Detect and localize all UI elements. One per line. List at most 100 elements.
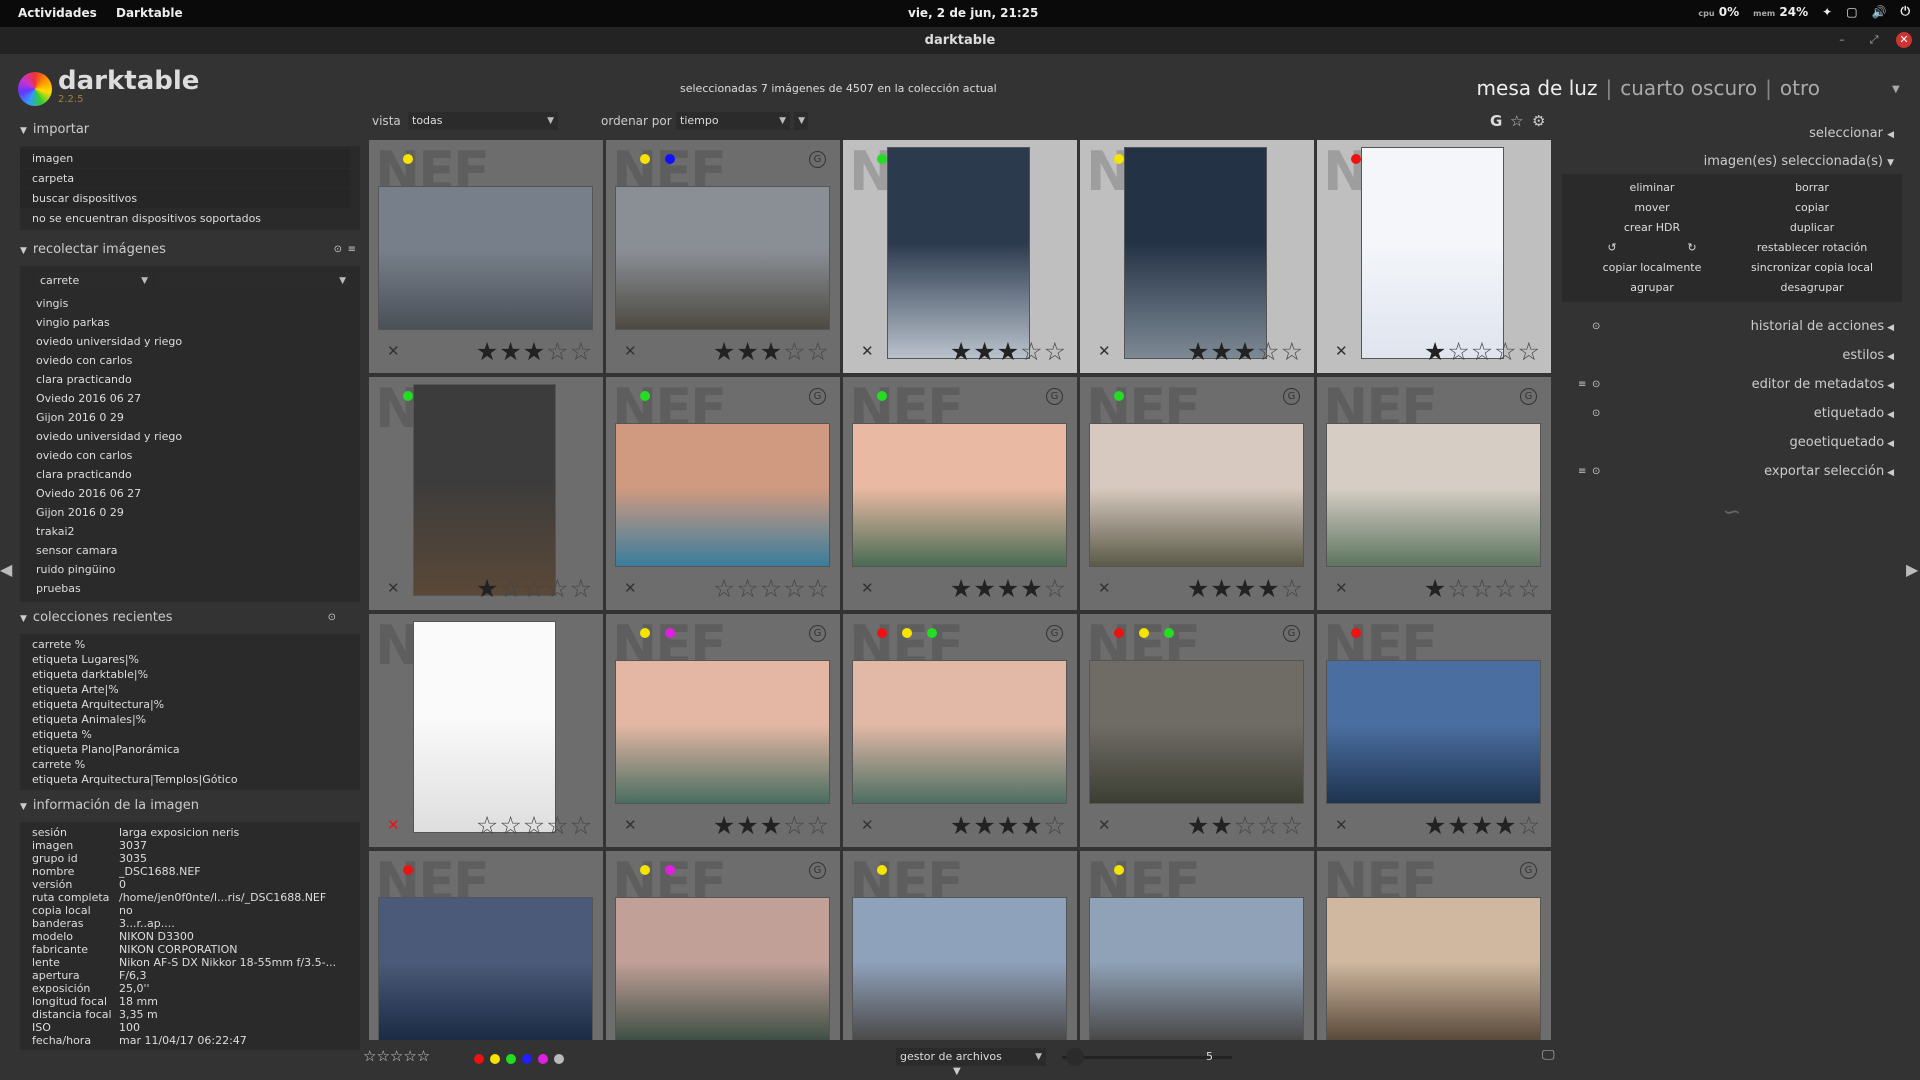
star-empty-icon[interactable]: ☆ <box>499 574 522 603</box>
info-header[interactable]: ▼ información de la imagen <box>20 798 360 818</box>
rotate-cw-button[interactable]: ↻ <box>1654 240 1730 256</box>
import-item[interactable]: carpeta <box>20 169 350 188</box>
recent-header[interactable]: ▼ colecciones recientes ⊙ <box>20 610 360 630</box>
star-empty-icon[interactable]: ☆ <box>713 574 736 603</box>
thumbnail-cell[interactable]: NEFG✕☆☆☆☆☆ <box>1317 851 1551 1040</box>
star-rating[interactable]: ★★★☆☆ <box>950 337 1067 366</box>
star-filled-icon[interactable]: ★ <box>1187 811 1210 840</box>
star-empty-icon[interactable]: ☆ <box>783 337 806 366</box>
thumbnail-image[interactable] <box>379 187 592 329</box>
module-header[interactable]: ⊙ ≡ exportar selección ◀ <box>1562 457 1902 486</box>
thumbnail-cell[interactable]: NEF G ✕ ★★★★☆ <box>843 614 1077 847</box>
import-item[interactable]: buscar dispositivos <box>20 189 350 208</box>
star-filled-icon[interactable]: ★ <box>1187 574 1210 603</box>
collection-item[interactable]: oviedo universidad y riego <box>24 427 344 446</box>
thumbnail-image[interactable] <box>616 424 829 566</box>
recent-collection-item[interactable]: etiqueta % <box>20 727 360 742</box>
star-empty-icon[interactable]: ☆ <box>1518 574 1541 603</box>
reject-icon[interactable]: ✕ <box>861 816 874 834</box>
module-reset-icon[interactable]: ⊙ <box>1592 370 1600 399</box>
view-lighttable[interactable]: mesa de luz <box>1477 76 1598 100</box>
group-icon[interactable]: G <box>809 625 826 642</box>
thumbnail-image[interactable] <box>616 898 829 1040</box>
star-empty-icon[interactable]: ☆ <box>1234 811 1257 840</box>
star-rating[interactable]: ★☆☆☆☆ <box>476 574 593 603</box>
action-button[interactable]: agrupar <box>1574 280 1730 296</box>
module-header[interactable]: ⊙ historial de acciones ◀ <box>1562 312 1902 341</box>
star-filled-icon[interactable]: ★ <box>476 337 499 366</box>
collection-item[interactable]: ruido pingüino <box>24 560 344 579</box>
view-darkroom[interactable]: cuarto oscuro <box>1620 76 1757 100</box>
module-presets-icon[interactable]: ≡ <box>1578 457 1586 486</box>
thumbnail-cell[interactable]: NEF✕☆☆☆☆☆ <box>369 614 603 847</box>
thumbnail-cell[interactable]: NEF G ✕ ★★★☆☆ <box>606 140 840 373</box>
view-filter-combo[interactable]: todas ▼ <box>408 112 558 130</box>
volume-icon[interactable]: 🔊 <box>1872 5 1887 19</box>
star-rating[interactable]: ★★★★☆ <box>950 574 1067 603</box>
view-other[interactable]: otro <box>1780 76 1820 100</box>
recent-collection-item[interactable]: etiqueta Lugares|% <box>20 652 360 667</box>
star-filled-icon[interactable]: ★ <box>1210 337 1233 366</box>
zoom-value[interactable]: 5 <box>1206 1050 1213 1063</box>
star-empty-icon[interactable]: ☆ <box>1020 337 1043 366</box>
collection-item[interactable]: vingis <box>24 294 344 313</box>
clock[interactable]: vie, 2 de jun, 21:25 <box>908 6 1038 20</box>
star-empty-icon[interactable]: ☆ <box>570 337 593 366</box>
star-rating[interactable]: ☆☆☆☆☆ <box>476 811 593 840</box>
star-rating[interactable]: ★★★★☆ <box>1187 574 1304 603</box>
action-button[interactable]: copiar <box>1734 200 1890 216</box>
collect-property-combo[interactable]: carrete ▼ <box>36 272 152 290</box>
star-rating[interactable]: ★☆☆☆☆ <box>1424 574 1541 603</box>
star-empty-icon[interactable]: ☆ <box>1044 811 1067 840</box>
star-filled-icon[interactable]: ★ <box>713 337 736 366</box>
star-empty-icon[interactable]: ☆ <box>1257 337 1280 366</box>
right-panel-toggle-icon[interactable]: ▶ <box>1906 560 1918 579</box>
thumbnail-image[interactable] <box>888 148 1029 358</box>
group-icon[interactable]: G <box>1046 388 1063 405</box>
rating-filter-stars[interactable]: ☆☆☆☆☆ <box>363 1047 430 1065</box>
star-empty-icon[interactable]: ☆ <box>760 574 783 603</box>
star-filled-icon[interactable]: ★ <box>1187 337 1210 366</box>
recent-collection-item[interactable]: etiqueta Plano|Panorámica <box>20 742 360 757</box>
reject-icon[interactable]: ✕ <box>1335 816 1348 834</box>
star-filled-icon[interactable]: ★ <box>760 337 783 366</box>
thumbnail-cell[interactable]: NEFG✕☆☆☆☆☆ <box>606 851 840 1040</box>
thumbnail-image[interactable] <box>853 898 1066 1040</box>
color-filter-dot[interactable] <box>522 1054 532 1064</box>
group-icon[interactable]: G <box>809 151 826 168</box>
star-empty-icon[interactable]: ☆ <box>1044 574 1067 603</box>
module-header[interactable]: geoetiquetado ◀ <box>1562 428 1902 457</box>
reject-icon[interactable]: ✕ <box>1098 816 1111 834</box>
module-reset-icon[interactable]: ⊙ <box>1592 312 1600 341</box>
star-empty-icon[interactable]: ☆ <box>1471 337 1494 366</box>
star-filled-icon[interactable]: ★ <box>1424 574 1447 603</box>
star-empty-icon[interactable]: ☆ <box>476 811 499 840</box>
action-button[interactable]: mover <box>1574 200 1730 216</box>
reject-icon[interactable]: ✕ <box>387 342 400 360</box>
grouping-button[interactable]: G <box>1490 112 1502 130</box>
star-empty-icon[interactable]: ☆ <box>523 574 546 603</box>
thumbnail-cell[interactable]: NEFG✕☆☆☆☆☆ <box>606 377 840 610</box>
star-empty-icon[interactable]: ☆ <box>1281 574 1304 603</box>
star-rating[interactable]: ★★★★☆ <box>1424 811 1541 840</box>
star-filled-icon[interactable]: ★ <box>1471 811 1494 840</box>
collection-item[interactable]: trakai2 <box>24 522 344 541</box>
thumbnail-cell[interactable]: NEF✕★★★☆☆ <box>1080 140 1314 373</box>
display-profile-icon[interactable]: 🖵 <box>1542 1048 1555 1063</box>
thumbnail-cell[interactable]: NEF✕☆☆☆☆☆ <box>369 851 603 1040</box>
zoom-slider-handle[interactable] <box>1066 1048 1084 1066</box>
star-empty-icon[interactable]: ☆ <box>499 811 522 840</box>
power-icon[interactable]: ⏻ <box>1901 4 1911 19</box>
thumbnail-cell[interactable]: NEF G ✕ ★★★★☆ <box>843 377 1077 610</box>
star-empty-icon[interactable]: ☆ <box>807 337 830 366</box>
reject-icon[interactable]: ✕ <box>861 342 874 360</box>
collection-item[interactable]: pruebas <box>24 579 344 598</box>
star-empty-icon[interactable]: ☆ <box>546 337 569 366</box>
thumbnail-cell[interactable]: NEF✕☆☆☆☆☆ <box>843 851 1077 1040</box>
thumbnail-cell[interactable]: NEF✕★☆☆☆☆ <box>1317 140 1551 373</box>
reject-icon[interactable]: ✕ <box>624 579 637 597</box>
thumbnail-image[interactable] <box>1327 424 1540 566</box>
thumbnail-image[interactable] <box>1090 424 1303 566</box>
star-filled-icon[interactable]: ★ <box>973 811 996 840</box>
thumbnail-image[interactable] <box>616 187 829 329</box>
